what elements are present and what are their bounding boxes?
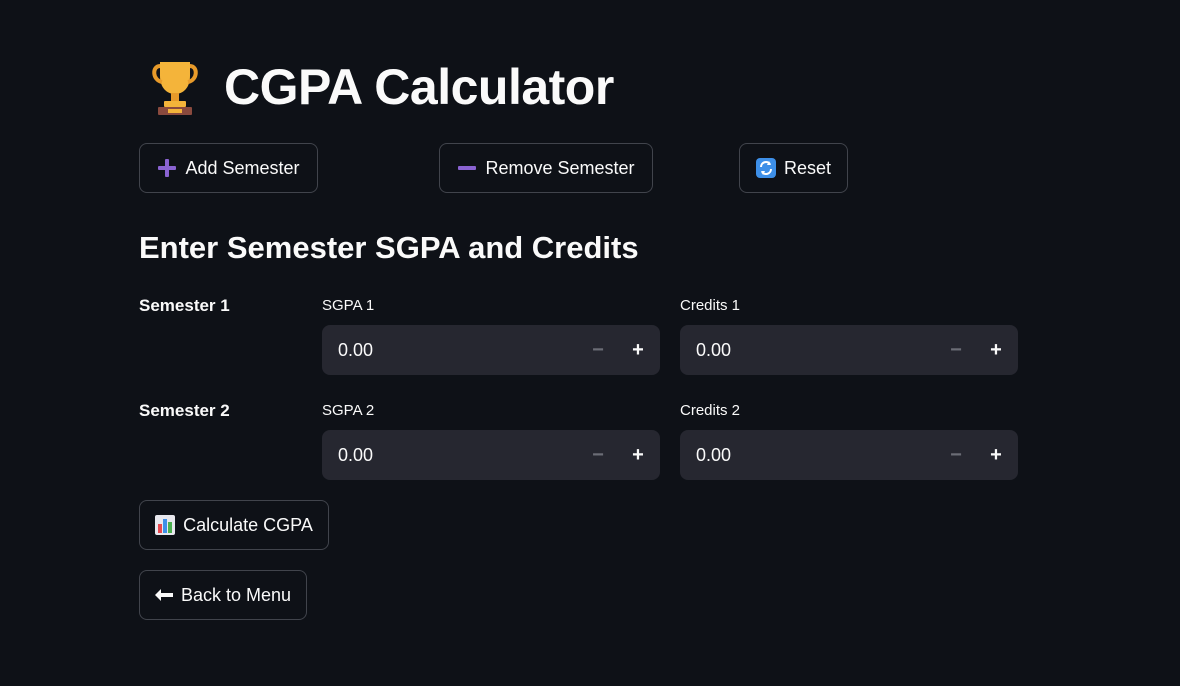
credits-input: − +	[680, 325, 1018, 375]
bar-chart-icon	[155, 515, 176, 535]
credits-label: Credits 2	[680, 402, 741, 419]
semester-label: Semester 2	[139, 401, 230, 420]
increment-button[interactable]: +	[618, 430, 658, 480]
plus-icon	[157, 158, 177, 178]
calculate-cgpa-label: Calculate CGPA	[183, 514, 313, 535]
remove-semester-button[interactable]: Remove Semester	[439, 143, 653, 193]
add-semester-label: Add Semester	[185, 157, 300, 178]
credits-label: Credits 1	[680, 297, 741, 314]
add-semester-button[interactable]: Add Semester	[139, 143, 318, 193]
decrement-button[interactable]: −	[578, 430, 618, 480]
decrement-button[interactable]: −	[936, 325, 976, 375]
credits-value-field[interactable]	[680, 430, 936, 480]
sgpa-value-field[interactable]	[322, 430, 578, 480]
reset-button[interactable]: Reset	[739, 143, 848, 193]
minus-icon	[457, 158, 477, 178]
credits-input: − +	[680, 430, 1018, 480]
decrement-button[interactable]: −	[578, 325, 618, 375]
section-heading: Enter Semester SGPA and Credits	[139, 230, 639, 265]
credits-value-field[interactable]	[680, 325, 936, 375]
back-to-menu-label: Back to Menu	[180, 584, 292, 605]
arrow-left-icon	[154, 588, 173, 602]
increment-button[interactable]: +	[976, 325, 1016, 375]
refresh-icon	[755, 158, 776, 178]
sgpa-value-field[interactable]	[322, 325, 578, 375]
remove-semester-label: Remove Semester	[485, 157, 635, 178]
semester-label: Semester 1	[139, 296, 230, 315]
page-title: CGPA Calculator	[150, 58, 614, 116]
reset-label: Reset	[783, 157, 832, 178]
sgpa-input: − +	[322, 325, 660, 375]
page-title-text: CGPA Calculator	[224, 59, 614, 115]
back-to-menu-button[interactable]: Back to Menu	[139, 570, 307, 620]
increment-button[interactable]: +	[618, 325, 658, 375]
calculate-cgpa-button[interactable]: Calculate CGPA	[139, 500, 329, 550]
sgpa-label: SGPA 1	[322, 297, 375, 314]
trophy-icon	[152, 62, 198, 115]
cgpa-calculator-page: CGPA Calculator Add Semester Remove Seme…	[0, 0, 1180, 686]
sgpa-input: − +	[322, 430, 660, 480]
decrement-button[interactable]: −	[936, 430, 976, 480]
sgpa-label: SGPA 2	[322, 402, 375, 419]
increment-button[interactable]: +	[976, 430, 1016, 480]
